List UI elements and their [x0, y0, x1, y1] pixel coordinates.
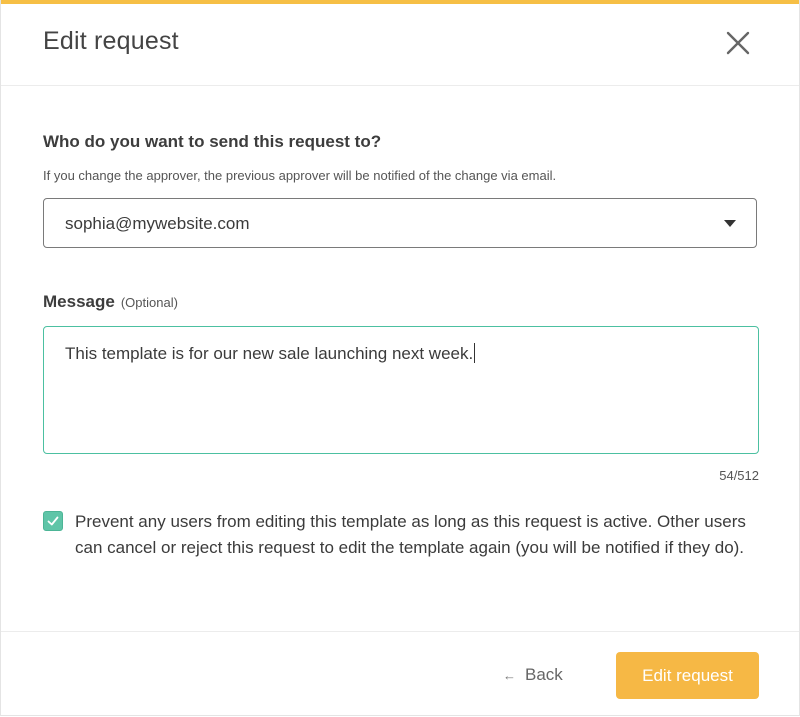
recipient-help-text: If you change the approver, the previous… [43, 168, 557, 183]
back-button-label: Back [525, 665, 563, 684]
edit-request-dialog: Edit request Who do you want to send thi… [0, 0, 800, 716]
message-label-text: Message [43, 292, 115, 311]
back-button[interactable]: ← Back [503, 665, 563, 685]
caret-down-icon [724, 220, 736, 227]
message-value: This template is for our new sale launch… [65, 344, 474, 363]
edit-request-button[interactable]: Edit request [616, 652, 759, 699]
character-counter: 54/512 [719, 468, 759, 483]
approver-select-value: sophia@mywebsite.com [65, 214, 250, 233]
message-label: Message (Optional) [43, 292, 178, 312]
dialog-title: Edit request [43, 27, 179, 55]
recipient-label: Who do you want to send this request to? [43, 132, 382, 151]
message-text: This template is for our new sale launch… [65, 343, 476, 364]
message-textarea[interactable]: This template is for our new sale launch… [43, 326, 759, 454]
approver-select[interactable]: sophia@mywebsite.com [43, 198, 757, 248]
close-icon [726, 31, 750, 55]
message-optional-hint: (Optional) [120, 295, 178, 310]
lock-template-checkbox[interactable] [43, 511, 63, 531]
dialog-footer: ← Back Edit request [1, 631, 799, 716]
dialog-header: Edit request [1, 4, 799, 86]
arrow-left-icon: ← [503, 668, 516, 683]
checkmark-icon [47, 516, 59, 526]
text-cursor [474, 343, 476, 363]
lock-template-label: Prevent any users from editing this temp… [75, 512, 746, 557]
close-button[interactable] [723, 28, 753, 58]
